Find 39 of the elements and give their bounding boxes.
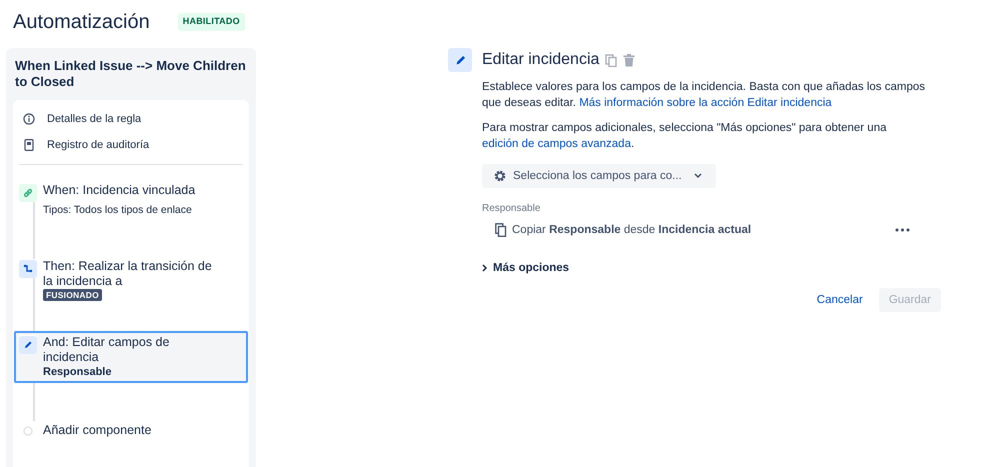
- advanced-edit-link[interactable]: edición de campos avanzada: [482, 138, 631, 150]
- component-title: When: Incidencia vinculada: [43, 183, 196, 198]
- chevron-right-icon: [482, 264, 487, 272]
- component-card[interactable]: When: Incidencia vinculada Tipos: Todos los tipos de enlace: [14, 179, 248, 223]
- info-text: Para mostrar campos adicionales, selecciona "Más opciones" para obtener una edición de campos avanzada.: [482, 121, 888, 152]
- component-detail: Tipos: Todos los tipos de enlace: [43, 203, 193, 218]
- menu-item[interactable]: Registro de auditoría: [19, 132, 243, 158]
- rule-name: When Linked Issue --> Move Children to Closed: [14, 58, 247, 90]
- chevron-down-icon: [694, 173, 702, 179]
- status-lozenge: FUSIONADO: [43, 289, 102, 301]
- link-icon: [19, 184, 37, 202]
- info-icon: [23, 113, 35, 125]
- transition-icon: [19, 260, 37, 278]
- copy-icon[interactable]: [605, 54, 618, 66]
- field-value: Copiar Responsable desde Incidencia actual: [512, 223, 752, 238]
- cancel-button[interactable]: Cancelar: [806, 288, 873, 312]
- panel-title: Editar incidencia: [482, 50, 600, 70]
- field-picker-button[interactable]: Selecciona los campos para co...: [482, 164, 716, 188]
- help-link[interactable]: Más información sobre la acción Editar incidencia: [579, 97, 832, 109]
- field-label: Responsable: [482, 202, 542, 216]
- component-title: Añadir componente: [43, 422, 152, 438]
- pencil-icon: [448, 48, 472, 72]
- description-text: Establece valores para los campos de la incidencia. Basta con que añadas los campos que deseas editar. Más información sobre la acción Editar incidencia: [482, 80, 926, 111]
- page-title: Automatización: [13, 10, 150, 35]
- field-name: Responsable: [43, 365, 112, 379]
- component-title: And: Editar campos de incidencia: [43, 335, 170, 365]
- more-options-toggle[interactable]: Más opciones: [482, 260, 570, 276]
- trash-icon[interactable]: [623, 54, 636, 66]
- status-badge: HABILITADO: [178, 13, 245, 31]
- component-title: Then: Realizar la transición de la incidencia a: [43, 259, 213, 289]
- component-card[interactable]: Then: Realizar la transición de la incidencia a FUSIONADO: [14, 255, 248, 305]
- more-icon[interactable]: [895, 228, 910, 232]
- gear-icon: [493, 169, 507, 183]
- pencil-icon: [19, 336, 37, 354]
- component-card[interactable]: And: Editar campos de incidencia Responsable: [14, 331, 248, 383]
- copy-icon: [495, 223, 507, 237]
- menu-item[interactable]: Detalles de la regla: [19, 106, 243, 132]
- document-icon: [24, 139, 34, 151]
- component-card[interactable]: Añadir componente: [14, 417, 248, 444]
